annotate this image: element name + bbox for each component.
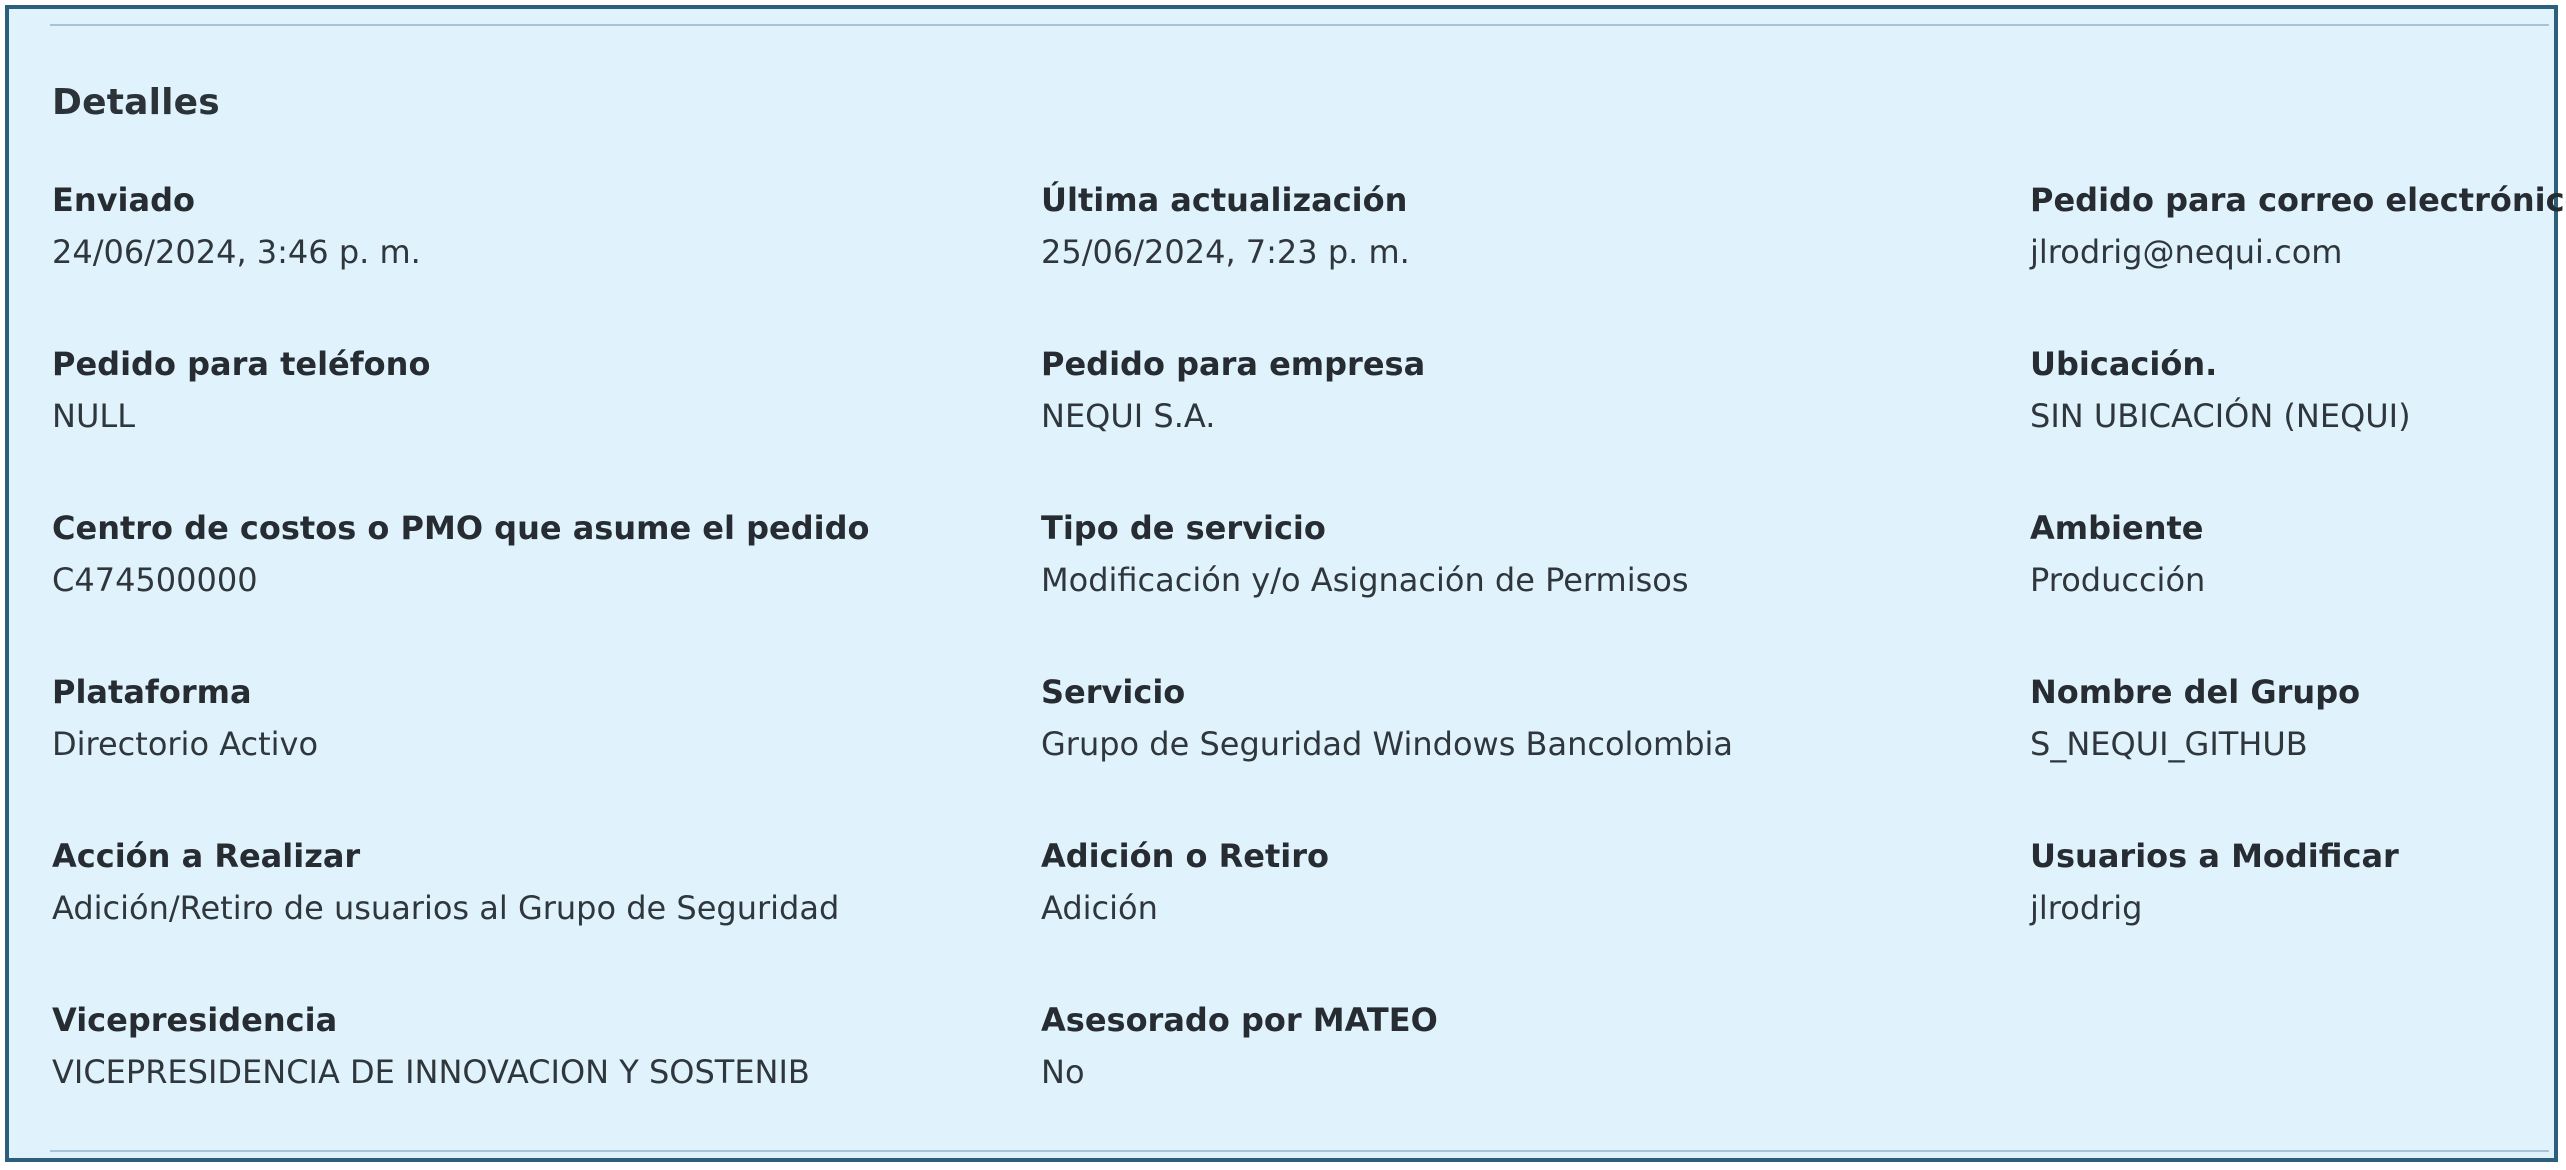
field-pedido-correo: Pedido para correo electrónico jlrodrig@… — [2030, 179, 2566, 343]
field-label: Usuarios a Modificar — [2030, 837, 2399, 875]
field-value: 24/06/2024, 3:46 p. m. — [52, 233, 421, 271]
field-value: Adición — [1041, 889, 1158, 927]
field-label: Vicepresidencia — [52, 1001, 338, 1039]
field-servicio: Servicio Grupo de Seguridad Windows Banc… — [1041, 671, 2030, 835]
field-enviado: Enviado 24/06/2024, 3:46 p. m. — [52, 179, 1041, 343]
field-label: Asesorado por MATEO — [1041, 1001, 1438, 1039]
field-label: Adición o Retiro — [1041, 837, 1329, 875]
field-ambiente: Ambiente Producción — [2030, 507, 2562, 671]
field-value: SIN UBICACIÓN (NEQUI) — [2030, 397, 2411, 435]
field-label: Plataforma — [52, 673, 252, 711]
field-label: Enviado — [52, 181, 195, 219]
field-value: Directorio Activo — [52, 725, 319, 763]
field-value: S_NEQUI_GITHUB — [2030, 725, 2308, 763]
field-vicepresidencia: Vicepresidencia VICEPRESIDENCIA DE INNOV… — [52, 999, 1041, 1163]
field-value: jlrodrig@nequi.com — [2030, 233, 2343, 271]
bottom-divider — [50, 1150, 2549, 1152]
field-value: C474500000 — [52, 561, 258, 599]
field-label: Centro de costos o PMO que asume el pedi… — [52, 509, 870, 547]
field-pedido-telefono: Pedido para teléfono NULL — [52, 343, 1041, 507]
field-label: Servicio — [1041, 673, 1186, 711]
field-value: 25/06/2024, 7:23 p. m. — [1041, 233, 1410, 271]
top-divider — [50, 24, 2549, 26]
field-value: Producción — [2030, 561, 2206, 599]
field-nombre-grupo: Nombre del Grupo S_NEQUI_GITHUB — [2030, 671, 2562, 835]
field-centro-costos: Centro de costos o PMO que asume el pedi… — [52, 507, 1041, 671]
field-ubicacion: Ubicación. SIN UBICACIÓN (NEQUI) — [2030, 343, 2562, 507]
field-asesorado-mateo: Asesorado por MATEO No — [1041, 999, 2030, 1163]
field-value: VICEPRESIDENCIA DE INNOVACION Y SOSTENIB — [52, 1053, 810, 1091]
field-value: NEQUI S.A. — [1041, 397, 1216, 435]
field-accion-realizar: Acción a Realizar Adición/Retiro de usua… — [52, 835, 1041, 999]
field-label: Pedido para correo electrónico — [2030, 181, 2566, 219]
field-value: Modificación y/o Asignación de Permisos — [1041, 561, 1689, 599]
field-label: Pedido para teléfono — [52, 345, 431, 383]
field-value: Grupo de Seguridad Windows Bancolombia — [1041, 725, 1733, 763]
details-panel: Detalles Enviado 24/06/2024, 3:46 p. m. … — [5, 5, 2566, 1162]
field-label: Ubicación. — [2030, 345, 2218, 383]
field-plataforma: Plataforma Directorio Activo — [52, 671, 1041, 835]
details-grid: Enviado 24/06/2024, 3:46 p. m. Última ac… — [52, 179, 2566, 1163]
field-tipo-servicio: Tipo de servicio Modificación y/o Asigna… — [1041, 507, 2030, 671]
field-value: Adición/Retiro de usuarios al Grupo de S… — [52, 889, 840, 927]
field-label: Acción a Realizar — [52, 837, 361, 875]
field-label: Nombre del Grupo — [2030, 673, 2361, 711]
field-usuarios-modificar: Usuarios a Modificar jlrodrig — [2030, 835, 2562, 999]
field-label: Última actualización — [1041, 181, 1408, 219]
field-adicion-retiro: Adición o Retiro Adición — [1041, 835, 2030, 999]
field-label: Pedido para empresa — [1041, 345, 1426, 383]
field-label: Ambiente — [2030, 509, 2204, 547]
section-title: Detalles — [52, 82, 220, 123]
field-value: NULL — [52, 397, 136, 435]
field-value: No — [1041, 1053, 1085, 1091]
field-label: Tipo de servicio — [1041, 509, 1326, 547]
field-pedido-empresa: Pedido para empresa NEQUI S.A. — [1041, 343, 2030, 507]
field-value: jlrodrig — [2030, 889, 2143, 927]
field-ultima-actualizacion: Última actualización 25/06/2024, 7:23 p.… — [1041, 179, 2030, 343]
